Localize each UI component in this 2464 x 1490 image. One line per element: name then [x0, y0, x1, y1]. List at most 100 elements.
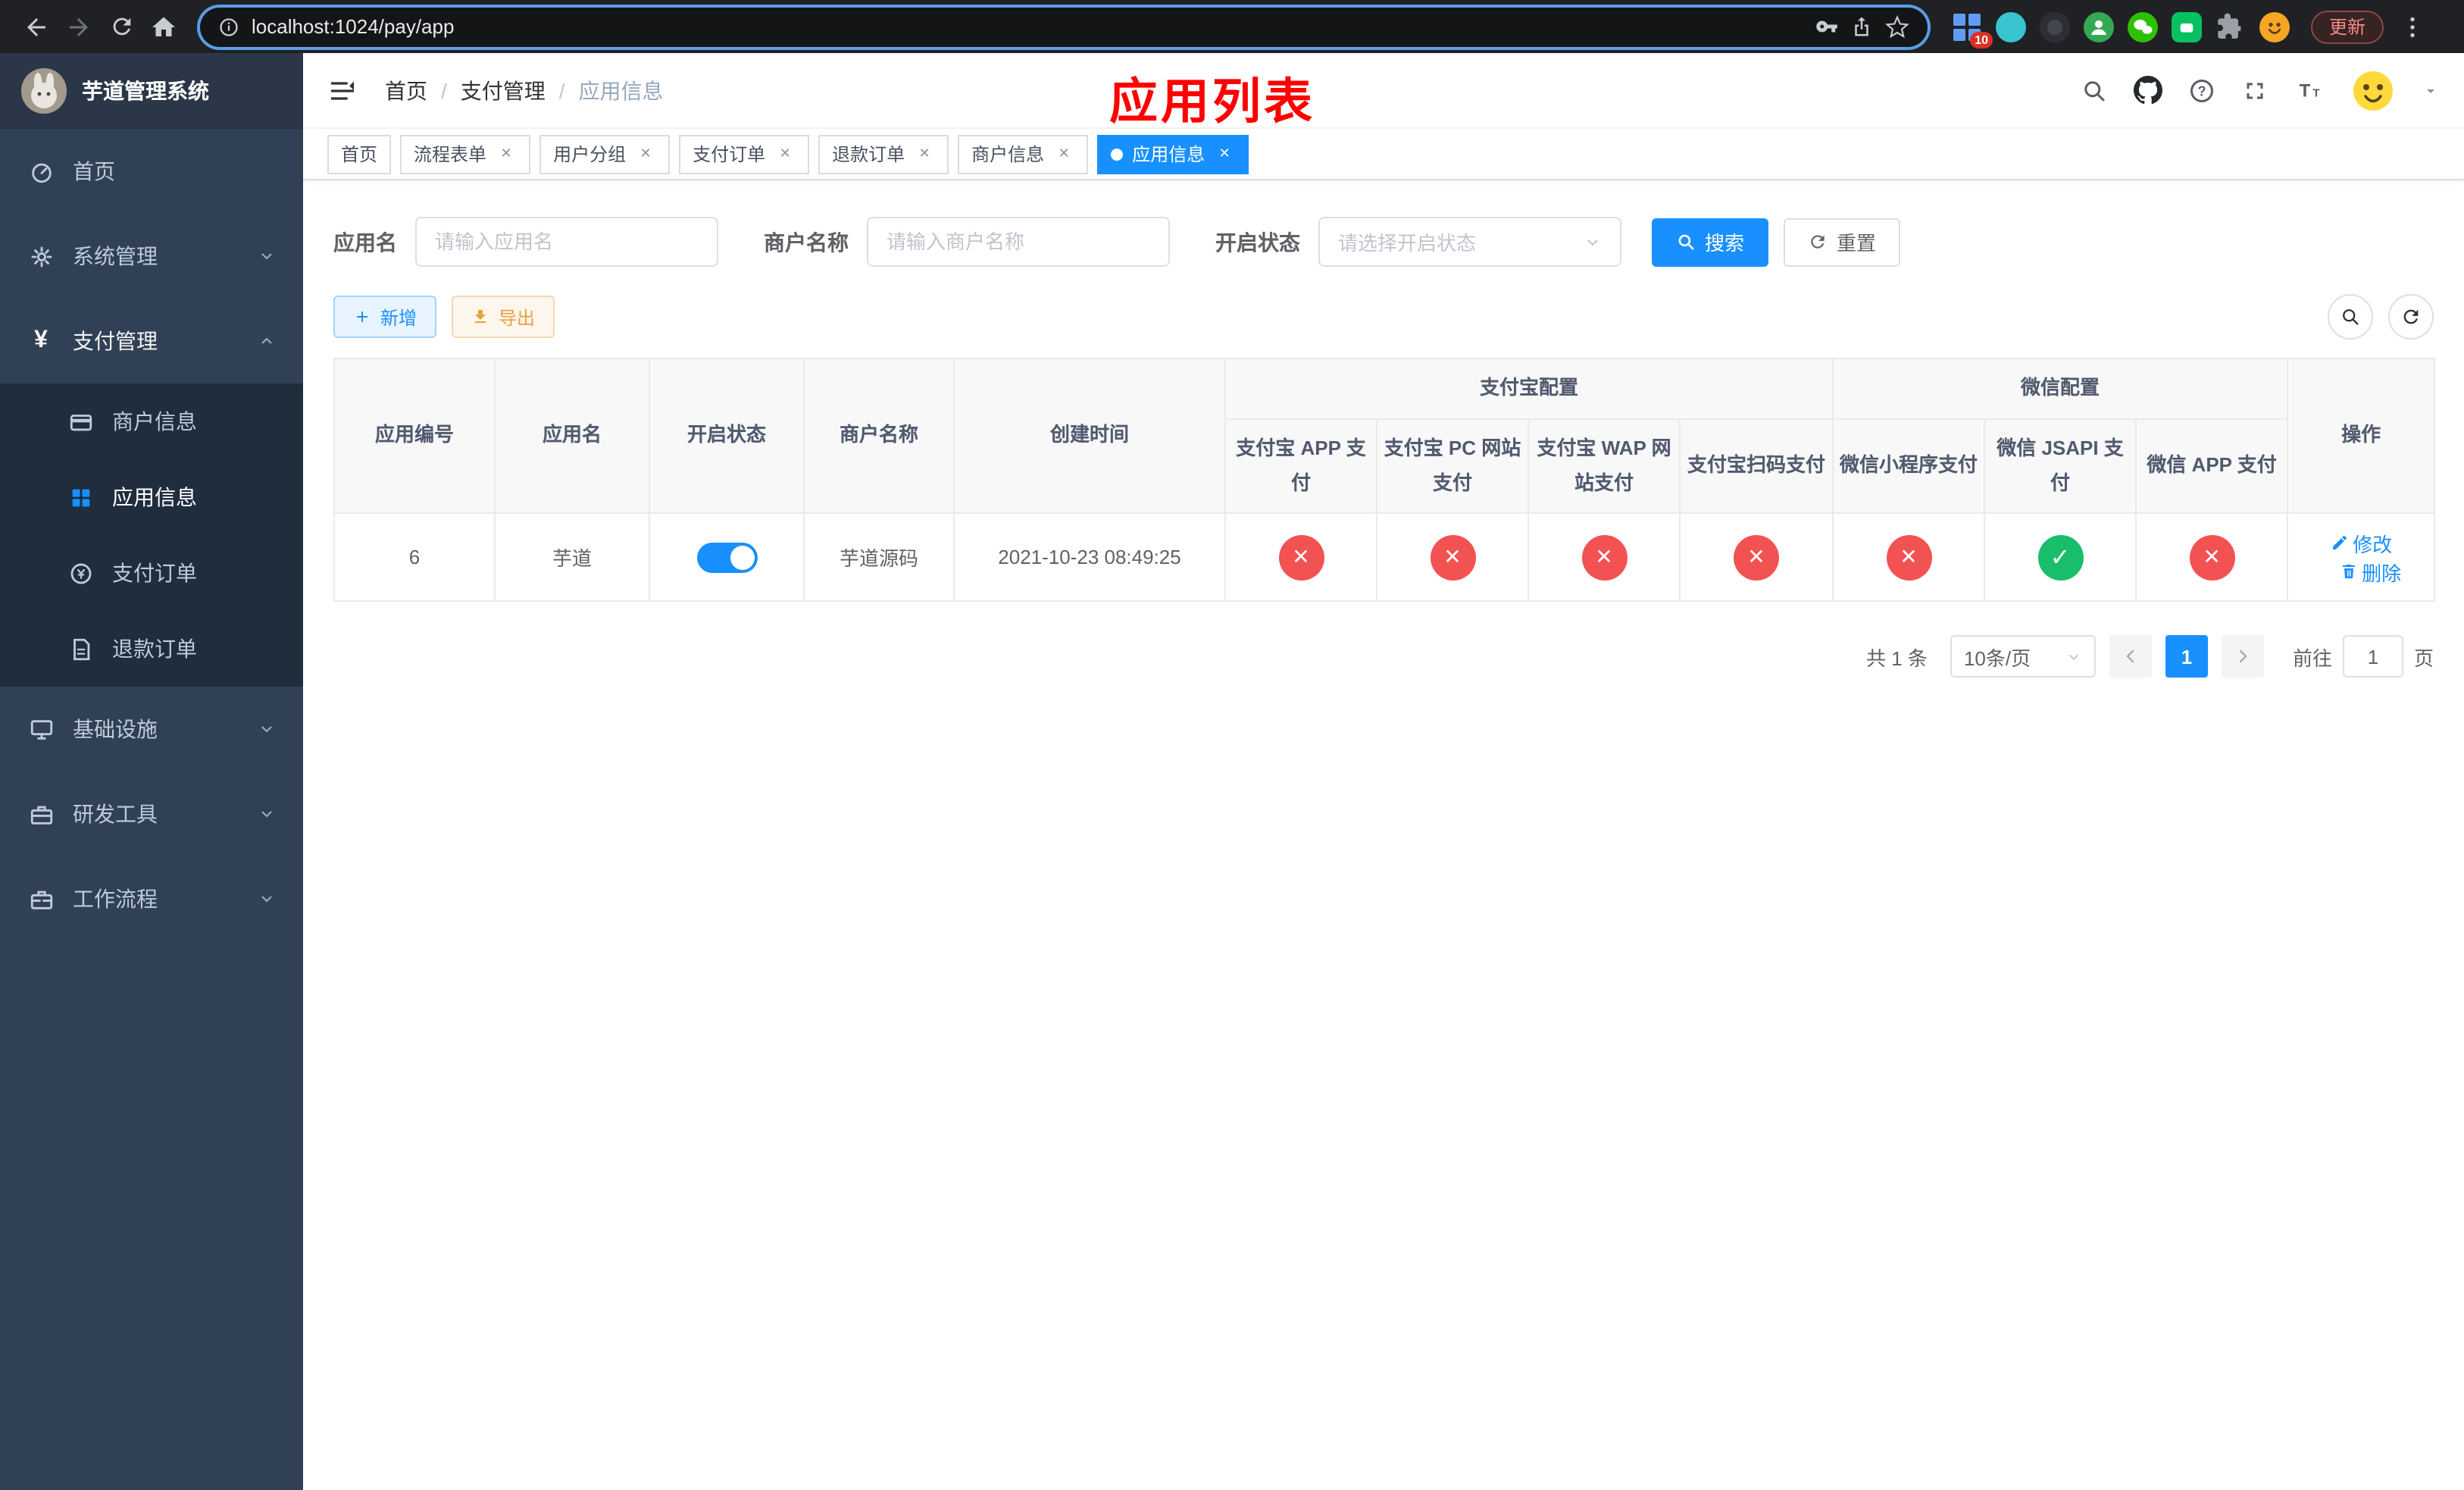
url-text[interactable]: localhost:1024/pay/app: [252, 15, 1803, 38]
goto-page-input[interactable]: [2342, 635, 2403, 678]
sidebar-item-pay-order[interactable]: 支付订单: [0, 535, 303, 611]
close-icon[interactable]: [1214, 143, 1235, 164]
next-page-button[interactable]: [2221, 635, 2264, 678]
tag-merchant-info[interactable]: 商户信息: [958, 134, 1089, 174]
col-header-created: 创建时间: [953, 358, 1226, 514]
extension-emoji-icon[interactable]: [2259, 11, 2290, 42]
prev-page-button[interactable]: [2109, 635, 2152, 678]
cell-app-id: 6: [333, 512, 496, 602]
tag-pay-order[interactable]: 支付订单: [679, 134, 810, 174]
tag-user-group[interactable]: 用户分组: [539, 134, 671, 174]
svg-text:T: T: [2300, 80, 2311, 101]
sidebar-item-refund-order[interactable]: 退款订单: [0, 611, 303, 687]
sidebar-item-payment[interactable]: 支付管理: [0, 299, 303, 383]
sidebar-item-infrastructure[interactable]: 基础设施: [0, 687, 303, 772]
tag-label: 应用信息: [1132, 144, 1205, 165]
extension-green-square-icon[interactable]: [2172, 11, 2202, 42]
svg-text:?: ?: [2198, 83, 2206, 98]
sidebar-item-label: 支付管理: [73, 329, 158, 353]
sidebar-item-merchant-info[interactable]: 商户信息: [0, 383, 303, 459]
close-icon[interactable]: [914, 143, 935, 164]
tag-label: 流程表单: [414, 144, 487, 165]
toggle-search-button[interactable]: [2328, 294, 2373, 340]
page-number-button[interactable]: 1: [2165, 635, 2208, 678]
page-size-select[interactable]: 10条/页: [1950, 635, 2096, 678]
reset-button[interactable]: 重置: [1784, 218, 1901, 266]
search-button[interactable]: 搜索: [1652, 218, 1769, 266]
export-button[interactable]: 导出: [452, 296, 555, 338]
cell-alipay-wap: [1527, 512, 1681, 602]
share-icon[interactable]: [1850, 15, 1873, 38]
order-icon: [67, 559, 94, 587]
breadcrumb-payment[interactable]: 支付管理: [461, 75, 546, 105]
delete-button[interactable]: 删除: [2339, 557, 2401, 586]
hamburger-icon[interactable]: [327, 75, 358, 105]
close-icon[interactable]: [635, 143, 656, 164]
edit-button[interactable]: 修改: [2330, 528, 2392, 557]
tag-refund-order[interactable]: 退款订单: [818, 134, 949, 174]
browser-update-button[interactable]: 更新: [2311, 10, 2384, 43]
status-select[interactable]: 请选择开启状态: [1318, 217, 1621, 267]
browser-update-label: 更新: [2329, 17, 2366, 38]
col-group-alipay: 支付宝配置: [1224, 358, 1834, 420]
reload-icon[interactable]: [100, 5, 142, 48]
sidebar-item-label: 首页: [73, 159, 115, 183]
refresh-button[interactable]: [2388, 294, 2434, 340]
page-unit-label: 页: [2413, 646, 2434, 669]
tag-process-form[interactable]: 流程表单: [400, 134, 531, 174]
font-size-icon[interactable]: TT: [2294, 77, 2325, 104]
add-button[interactable]: 新增: [333, 296, 437, 338]
page-size-value: 10条/页: [1963, 646, 2031, 669]
extension-green-avatar-icon[interactable]: [2084, 11, 2114, 42]
tag-label: 支付订单: [693, 144, 766, 165]
extension-dark-icon[interactable]: [2040, 11, 2070, 42]
github-icon[interactable]: [2134, 76, 2162, 105]
close-icon[interactable]: [774, 143, 796, 164]
forward-icon[interactable]: [58, 5, 100, 48]
user-avatar[interactable]: [2350, 67, 2396, 113]
sidebar-item-dev-tools[interactable]: 研发工具: [0, 772, 303, 856]
info-icon[interactable]: [218, 16, 239, 37]
question-icon[interactable]: ?: [2188, 77, 2215, 104]
chevron-down-icon: [258, 247, 276, 265]
cell-wechat-jsapi: [1984, 512, 2137, 602]
caret-down-icon[interactable]: [2422, 81, 2440, 99]
screen: localhost:1024/pay/app 10 更新 芋道管理系统 首页 系…: [0, 0, 2464, 1490]
fullscreen-icon[interactable]: [2241, 77, 2269, 104]
extension-wechat-icon[interactable]: [2128, 11, 2158, 42]
merchant-name-input[interactable]: [867, 217, 1170, 267]
close-icon[interactable]: [1053, 143, 1074, 164]
menu-dots-icon[interactable]: [2399, 13, 2426, 40]
status-toggle[interactable]: [696, 542, 757, 572]
col-header-wechat-jsapi: 微信 JSAPI 支付: [1984, 418, 2137, 514]
extension-grid-icon[interactable]: 10: [1952, 11, 1993, 48]
star-icon[interactable]: [1885, 14, 1909, 39]
sidebar-item-home[interactable]: 首页: [0, 129, 303, 214]
app-logo: [21, 68, 67, 114]
tag-label: 商户信息: [971, 144, 1045, 165]
extension-puzzle-icon[interactable]: [2215, 11, 2246, 42]
key-icon[interactable]: [1815, 15, 1838, 38]
back-icon[interactable]: [15, 5, 58, 48]
yen-icon: [27, 327, 55, 355]
cell-wechat-mini: [1832, 512, 1986, 602]
col-group-wechat: 微信配置: [1832, 358, 2289, 420]
sidebar-item-system[interactable]: 系统管理: [0, 214, 303, 299]
breadcrumb-home[interactable]: 首页: [385, 75, 427, 105]
col-header-actions: 操作: [2287, 358, 2436, 514]
app-logo-row[interactable]: 芋道管理系统: [0, 53, 303, 129]
add-button-label: 新增: [380, 307, 417, 328]
sidebar-item-workflow[interactable]: 工作流程: [0, 856, 303, 941]
check-icon: [2037, 534, 2084, 580]
address-bar[interactable]: localhost:1024/pay/app: [200, 7, 1928, 46]
breadcrumb: 首页 / 支付管理 / 应用信息: [385, 75, 664, 105]
search-icon[interactable]: [2081, 77, 2108, 104]
close-icon[interactable]: [496, 143, 517, 164]
home-icon[interactable]: [142, 5, 185, 48]
app-name-input[interactable]: [415, 217, 718, 267]
sidebar-item-app-info[interactable]: 应用信息: [0, 459, 303, 535]
tag-app-info[interactable]: 应用信息: [1097, 134, 1249, 174]
tag-home[interactable]: 首页: [327, 134, 392, 174]
extension-drop-icon[interactable]: [1996, 11, 2026, 42]
sidebar: 芋道管理系统 首页 系统管理 支付管理: [0, 53, 303, 1490]
